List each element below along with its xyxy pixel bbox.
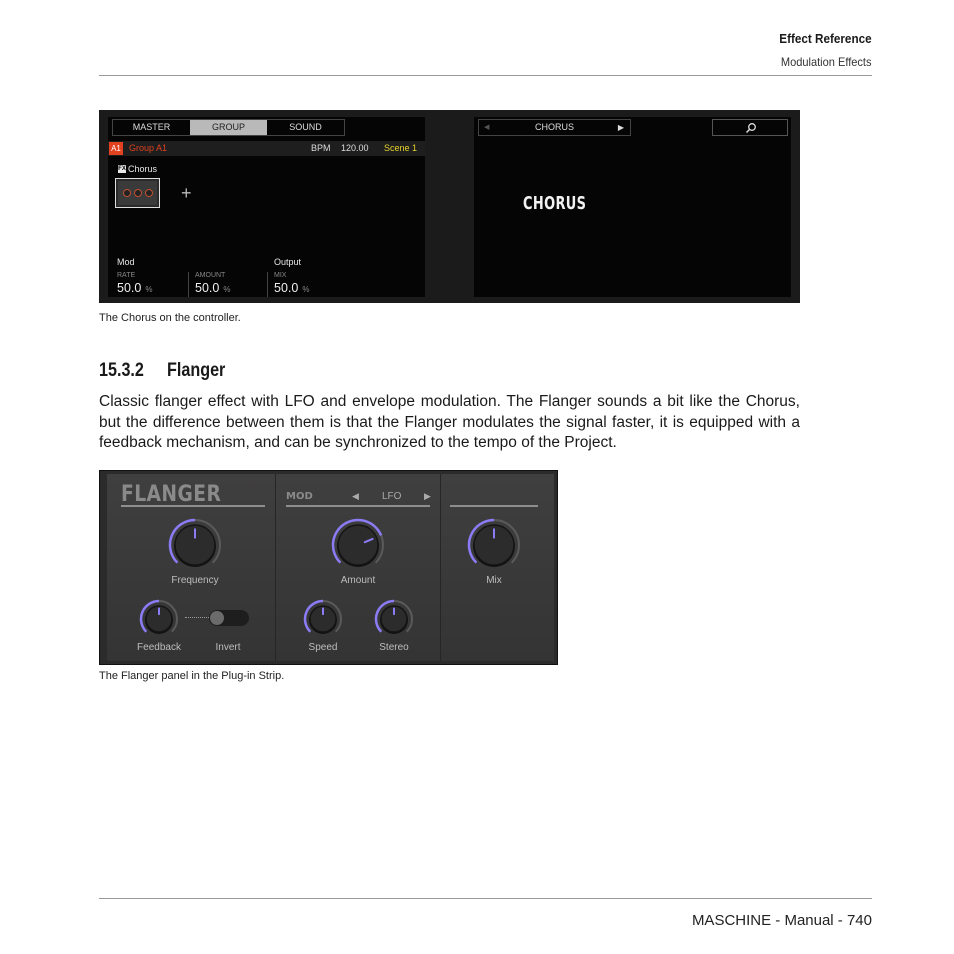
header-rule [99, 75, 872, 76]
mod-next-arrow-icon[interactable]: ▶ [424, 491, 431, 502]
speed-label: Speed [308, 642, 338, 653]
flanger-panel: FLANGER MOD ◀ LFO ▶ Frequency Feedback I… [99, 470, 558, 665]
section-heading: 15.3.2 Flanger [99, 360, 225, 382]
flanger-title: FLANGER [121, 482, 222, 507]
param-amount: AMOUNT 50.0% [195, 272, 230, 295]
param-mix: MIX 50.0% [274, 272, 309, 295]
stereo-label: Stereo [379, 642, 409, 653]
tab-master[interactable]: MASTER [113, 120, 190, 135]
fx-icon: FX [118, 165, 126, 173]
invert-link-dots [185, 617, 211, 618]
header-chapter: Effect Reference [779, 31, 872, 46]
param-unit: % [145, 285, 153, 294]
knob-body [337, 524, 379, 566]
body-paragraph: Classic flanger effect with LFO and enve… [99, 393, 800, 451]
search-button[interactable] [712, 119, 788, 136]
section-title: Flanger [167, 360, 226, 381]
plugin-navigator: ◀ CHORUS ▶ [478, 119, 631, 136]
group-bar: A1 Group A1 BPM 120.00 Scene 1 [108, 141, 425, 156]
param-rate: RATE 50.0% [117, 272, 152, 295]
mix-underline [450, 505, 538, 507]
param-value: 50.0 [117, 281, 142, 295]
invert-toggle[interactable] [209, 610, 249, 626]
thumb-knob-icon [123, 189, 131, 197]
page-footer: MASCHINE - Manual - 740 [691, 912, 872, 929]
tab-sound[interactable]: SOUND [267, 120, 344, 135]
thumb-knob-icon [134, 189, 142, 197]
column-separator [275, 474, 276, 661]
add-plugin-icon[interactable]: + [181, 184, 192, 202]
param-label: RATE [117, 272, 136, 279]
plugin-label: FX Chorus [118, 164, 157, 174]
param-unit: % [302, 285, 310, 294]
controller-screenshot: MASTER GROUP SOUND A1 Group A1 BPM 120.0… [99, 110, 800, 303]
caption-controller: The Chorus on the controller. [99, 312, 241, 324]
group-id-badge: A1 [109, 142, 123, 155]
mod-label: MOD [286, 491, 313, 502]
feedback-label: Feedback [137, 642, 181, 653]
stereo-knob[interactable] [374, 599, 414, 639]
next-arrow-icon[interactable]: ▶ [618, 120, 624, 135]
param-label: MIX [274, 272, 287, 279]
section-number: 15.3.2 [99, 360, 144, 381]
param-divider [267, 272, 268, 297]
param-divider [188, 272, 189, 297]
flanger-panel-body: FLANGER MOD ◀ LFO ▶ Frequency Feedback I… [107, 474, 554, 661]
section-output-label: Output [274, 257, 302, 267]
mod-source-value[interactable]: LFO [382, 491, 401, 502]
footer-rule [99, 898, 872, 899]
title-underline [121, 505, 265, 507]
plugin-thumbnail [118, 181, 157, 205]
bpm-value: 120.00 [341, 143, 369, 153]
amount-knob[interactable] [331, 518, 385, 572]
frequency-knob[interactable] [168, 518, 222, 572]
plugin-name: Chorus [128, 164, 158, 174]
plugin-title: CHORUS [523, 193, 587, 214]
right-display: ◀ CHORUS ▶ CHORUS [474, 117, 791, 297]
mod-underline [286, 505, 430, 507]
invert-label: Invert [215, 642, 241, 653]
scene-name: Scene 1 [384, 143, 418, 153]
param-label: AMOUNT [195, 272, 226, 279]
speed-knob[interactable] [303, 599, 343, 639]
param-value: 50.0 [195, 281, 220, 295]
nav-plugin-name: CHORUS [534, 122, 574, 132]
header-section: Modulation Effects [781, 55, 872, 69]
feedback-knob[interactable] [139, 599, 179, 639]
plugin-slot[interactable] [115, 178, 160, 208]
param-unit: % [223, 285, 231, 294]
bpm-label: BPM [311, 143, 331, 153]
amount-label: Amount [340, 575, 376, 586]
caption-flanger: The Flanger panel in the Plug-in Strip. [99, 670, 285, 682]
param-value: 50.0 [274, 281, 299, 295]
toggle-thumb [210, 611, 224, 625]
mod-prev-arrow-icon[interactable]: ◀ [352, 491, 359, 502]
group-name: Group A1 [129, 143, 168, 153]
thumb-knob-icon [145, 189, 153, 197]
tab-bar: MASTER GROUP SOUND [112, 119, 345, 136]
mix-label: Mix [486, 575, 502, 586]
frequency-label: Frequency [171, 575, 219, 586]
tab-group[interactable]: GROUP [190, 120, 267, 135]
mix-knob[interactable] [467, 518, 521, 572]
left-display: MASTER GROUP SOUND A1 Group A1 BPM 120.0… [108, 117, 425, 297]
section-mod-label: Mod [117, 257, 135, 267]
column-separator [440, 474, 441, 661]
search-icon [745, 123, 756, 134]
